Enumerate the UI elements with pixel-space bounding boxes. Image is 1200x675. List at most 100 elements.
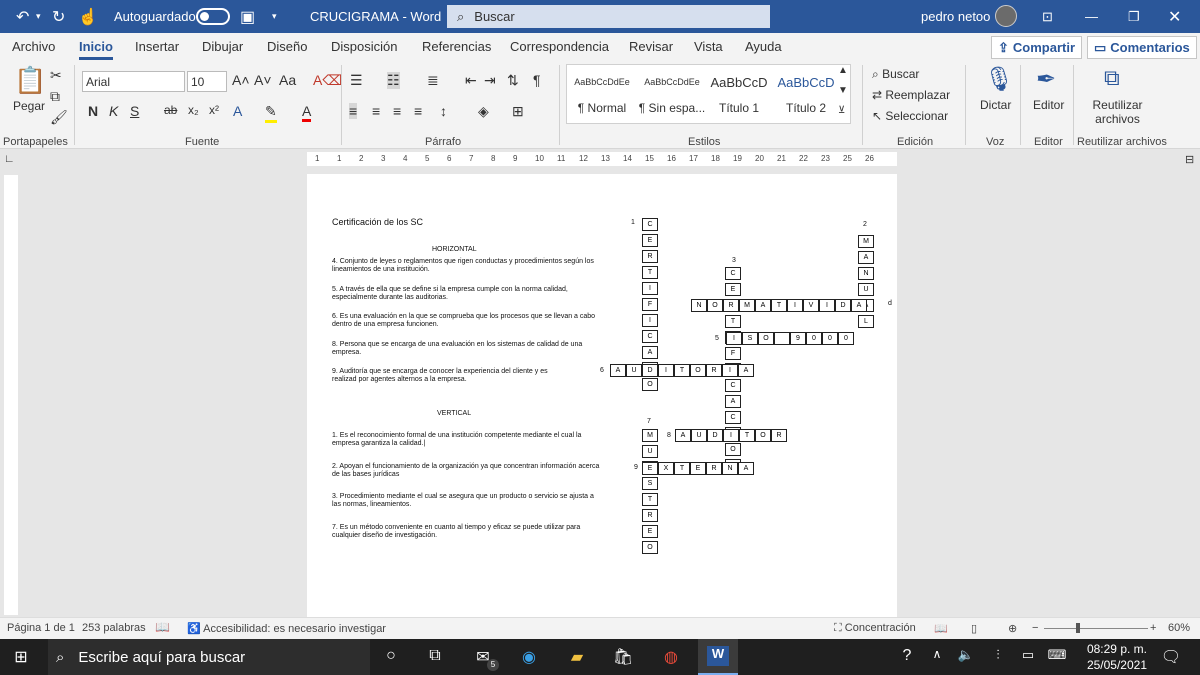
store-icon[interactable]: 🛍 bbox=[612, 647, 634, 667]
word-taskbar-item[interactable]: W bbox=[698, 639, 738, 675]
zoom-in-icon[interactable]: + bbox=[1150, 622, 1156, 634]
customize-toolbar-icon[interactable]: ▾ bbox=[272, 0, 277, 33]
document-page[interactable]: Certificación de los SC HORIZONTAL 4. Co… bbox=[307, 174, 897, 617]
shrink-font-icon[interactable]: A˅ bbox=[254, 72, 272, 88]
replace-button[interactable]: ⇄ Reemplazar bbox=[872, 88, 950, 102]
tab-stop-selector-icon[interactable]: ∟ bbox=[4, 153, 15, 165]
user-name[interactable]: pedro netoo bbox=[921, 0, 990, 33]
cut-icon[interactable]: ✂ bbox=[50, 67, 62, 84]
focus-button[interactable]: ⛶ Concentración bbox=[834, 622, 916, 635]
highlight-icon[interactable]: ✎ bbox=[265, 103, 277, 123]
proofing-icon[interactable]: 📖 bbox=[155, 620, 170, 634]
dictate-button[interactable]: Dictar bbox=[980, 98, 1011, 112]
superscript-icon[interactable]: x² bbox=[209, 103, 219, 117]
ribbon-display-icon[interactable]: ⊡ bbox=[1042, 0, 1053, 33]
zoom-out-icon[interactable]: − bbox=[1032, 622, 1038, 634]
search-input[interactable]: ⌕ Buscar bbox=[447, 5, 770, 28]
multilevel-list-icon[interactable]: ≣ bbox=[427, 72, 439, 89]
clear-format-icon[interactable]: A⌫ bbox=[313, 72, 342, 89]
editor-icon[interactable]: ✒ bbox=[1036, 65, 1056, 94]
tab-dibujar[interactable]: Dibujar bbox=[202, 39, 243, 54]
minimize-icon[interactable]: — bbox=[1085, 0, 1098, 33]
show-marks-icon[interactable]: ¶ bbox=[533, 72, 541, 88]
touch-mode-icon[interactable]: ☝ bbox=[78, 0, 98, 33]
file-explorer-icon[interactable]: ▰ bbox=[566, 647, 588, 667]
zoom-slider-thumb[interactable] bbox=[1076, 623, 1080, 633]
align-right-icon[interactable]: ≡ bbox=[393, 103, 401, 119]
tab-vista[interactable]: Vista bbox=[694, 39, 723, 54]
vertical-ruler[interactable] bbox=[4, 175, 18, 615]
style-heading-1[interactable]: AaBbCcD Título 1 bbox=[704, 65, 774, 123]
accessibility-status[interactable]: ♿ Accesibilidad: es necesario investigar bbox=[187, 622, 386, 635]
sort-icon[interactable]: ⇅ bbox=[507, 72, 519, 89]
read-mode-icon[interactable]: 📖 bbox=[934, 622, 948, 635]
grow-font-icon[interactable]: A˄ bbox=[232, 72, 250, 88]
clock[interactable]: 08:29 p. m. 25/05/2021 bbox=[1075, 641, 1147, 673]
taskbar-search[interactable]: ⌕ Escribe aquí para buscar bbox=[48, 639, 370, 675]
format-painter-icon[interactable]: 🖌 bbox=[50, 109, 68, 126]
windows-start-icon[interactable]: ⊞ bbox=[10, 647, 32, 667]
chevron-down-icon[interactable]: ▾ bbox=[36, 0, 41, 33]
style-normal[interactable]: AaBbCcDdEe ¶ Normal bbox=[567, 65, 637, 123]
microphone-icon[interactable]: 🎙 bbox=[984, 65, 1014, 94]
tab-insertar[interactable]: Insertar bbox=[135, 39, 179, 54]
tab-ayuda[interactable]: Ayuda bbox=[745, 39, 782, 54]
font-color-icon[interactable]: A bbox=[302, 103, 312, 122]
styles-more-icon[interactable]: ⊻ bbox=[838, 105, 845, 116]
vertical-scrollbar[interactable] bbox=[1186, 175, 1196, 615]
edge-icon[interactable]: ◉ bbox=[518, 647, 540, 667]
page-count[interactable]: Página 1 de 1 bbox=[7, 622, 75, 634]
save-icon[interactable]: ▣ bbox=[240, 0, 255, 33]
close-icon[interactable]: ✕ bbox=[1168, 0, 1181, 33]
change-case-icon[interactable]: Aa bbox=[279, 72, 296, 88]
notifications-icon[interactable]: 🗨 bbox=[1160, 647, 1182, 667]
increase-indent-icon[interactable]: ⇥ bbox=[484, 72, 496, 89]
cortana-icon[interactable]: ○ bbox=[380, 647, 402, 667]
borders-icon[interactable]: ⊞ bbox=[512, 103, 524, 120]
justify-icon[interactable]: ≡ bbox=[414, 103, 422, 119]
zoom-level[interactable]: 60% bbox=[1168, 622, 1190, 634]
strikethrough-icon[interactable]: ab bbox=[164, 103, 177, 117]
tab-revisar[interactable]: Revisar bbox=[629, 39, 673, 54]
style-no-spacing[interactable]: AaBbCcDdEe ¶ Sin espa... bbox=[637, 65, 707, 123]
align-center-icon[interactable]: ≡ bbox=[372, 103, 380, 119]
font-size-select[interactable]: 10 bbox=[187, 71, 227, 92]
underline-icon[interactable]: S bbox=[130, 103, 139, 119]
tab-disposicion[interactable]: Disposición bbox=[331, 39, 397, 54]
zoom-slider[interactable] bbox=[1044, 628, 1148, 629]
undo-icon[interactable]: ↶ bbox=[16, 0, 29, 33]
language-icon[interactable]: ⌨ bbox=[1046, 647, 1068, 667]
bullets-icon[interactable]: ☰ bbox=[350, 72, 363, 89]
task-view-icon[interactable]: ⧉ bbox=[424, 647, 446, 667]
tray-chevron-icon[interactable]: ∧ bbox=[926, 647, 948, 667]
decrease-indent-icon[interactable]: ⇤ bbox=[465, 72, 477, 89]
restore-icon[interactable]: ❐ bbox=[1128, 0, 1140, 33]
autosave-toggle[interactable] bbox=[190, 0, 230, 33]
help-icon[interactable]: ? bbox=[896, 647, 918, 667]
paste-icon[interactable]: 📋 bbox=[14, 65, 46, 96]
italic-icon[interactable]: K bbox=[109, 103, 118, 119]
network-icon[interactable]: ⫶ bbox=[987, 647, 1009, 667]
volume-icon[interactable]: 🔈 bbox=[955, 647, 977, 667]
line-spacing-icon[interactable]: ↕ bbox=[440, 103, 447, 119]
bold-icon[interactable]: N bbox=[88, 103, 98, 119]
styles-scroll-down-icon[interactable]: ▼ bbox=[838, 85, 848, 96]
paste-button[interactable]: Pegar bbox=[13, 99, 45, 113]
align-left-icon[interactable]: ≡ bbox=[349, 103, 358, 119]
styles-scroll-up-icon[interactable]: ▲ bbox=[838, 65, 848, 76]
editor-button[interactable]: Editor bbox=[1033, 98, 1064, 112]
battery-icon[interactable]: ▭ bbox=[1017, 647, 1039, 667]
tab-inicio[interactable]: Inicio bbox=[79, 39, 113, 60]
reuse-files-icon[interactable]: ⧉ bbox=[1104, 65, 1120, 91]
numbering-icon[interactable]: ☷ bbox=[387, 72, 400, 89]
text-effects-icon[interactable]: A bbox=[233, 103, 242, 119]
word-count[interactable]: 253 palabras bbox=[82, 622, 146, 634]
web-layout-icon[interactable]: ⊕ bbox=[1008, 622, 1017, 635]
select-button[interactable]: ↖ Seleccionar bbox=[872, 109, 948, 123]
font-family-select[interactable]: Arial bbox=[82, 71, 185, 92]
tab-correspondencia[interactable]: Correspondencia bbox=[510, 39, 609, 54]
comments-button[interactable]: ▭ Comentarios bbox=[1087, 36, 1197, 59]
share-button[interactable]: ⇪ Compartir bbox=[991, 36, 1083, 59]
subscript-icon[interactable]: x₂ bbox=[188, 103, 199, 117]
tab-referencias[interactable]: Referencias bbox=[422, 39, 491, 54]
